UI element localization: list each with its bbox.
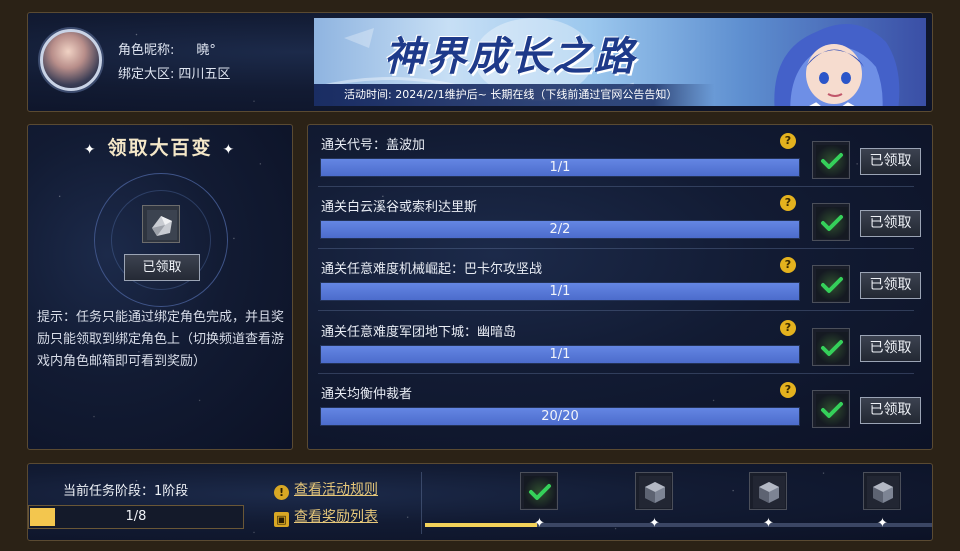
rules-link-text: 查看活动规则 [294, 482, 378, 498]
costume-box-icon [147, 210, 177, 240]
task-claim-button[interactable]: 已领取 [860, 210, 921, 237]
help-icon[interactable]: ? [780, 382, 796, 398]
task-row: 通关任意难度军团地下城：幽暗岛? 1/1 已领取 [308, 312, 932, 374]
banner-title: 神界成长之路 [384, 34, 636, 80]
gift-icon: ▣ [274, 512, 289, 527]
rules-link[interactable]: ! 查看活动规则 [274, 479, 378, 500]
stage-label: 当前任务阶段：1阶段 [63, 484, 189, 499]
help-icon[interactable]: ? [780, 133, 796, 149]
reward-list-link[interactable]: ▣ 查看奖励列表 [274, 506, 378, 527]
completed-check-icon [812, 265, 850, 303]
avatar [40, 29, 102, 91]
stage-node-star-icon: ✦ [877, 516, 888, 531]
stage-locked-box-icon[interactable] [749, 472, 787, 510]
stage-track-fill [425, 523, 537, 527]
event-banner: 神界成长之路 活动时间: 2024/2/1维护后~ 长期在线（下线前通过官网公告… [314, 18, 926, 106]
task-progress-text: 1/1 [549, 284, 571, 299]
task-progress-bar: 2/2 [320, 220, 800, 239]
sparkle-icon: ✦ [83, 142, 98, 158]
task-row: 通关白云溪谷或索利达里斯? 2/2 已领取 [308, 187, 932, 249]
grand-reward-claim-button[interactable]: 已领取 [124, 254, 200, 281]
nickname-row: 角色昵称: 曉° [118, 39, 216, 58]
task-progress-text: 2/2 [549, 222, 571, 237]
task-row: 通关均衡仲裁者? 20/20 已领取 [308, 374, 932, 436]
grand-reward-title: 领取大百变 [107, 137, 213, 159]
task-title: 通关代号：盖波加 [321, 138, 426, 153]
task-row: 通关任意难度机械崛起：巴卡尔攻坚战? 1/1 已领取 [308, 249, 932, 311]
help-icon[interactable]: ? [780, 257, 796, 273]
stage-progress-panel: 当前任务阶段：1阶段 1/8 ! 查看活动规则 ▣ 查看奖励列表 ✦ ✦ ✦ ✦ [27, 463, 933, 541]
server-value: 四川五区 [178, 67, 231, 82]
stage-completed-check-icon[interactable] [520, 472, 558, 510]
task-list-panel: 通关代号：盖波加? 1/1 已领取 通关白云溪谷或索利达里斯? 2/2 已领取 通关任意难度… [307, 124, 933, 450]
task-title: 通关任意难度机械崛起：巴卡尔攻坚战 [321, 262, 543, 277]
task-progress-bar: 20/20 [320, 407, 800, 426]
server-label: 绑定大区: [118, 67, 175, 82]
completed-check-icon [812, 141, 850, 179]
help-icon[interactable]: ? [780, 195, 796, 211]
stage-locked-box-icon[interactable] [635, 472, 673, 510]
sparkle-icon: ✦ [222, 142, 237, 158]
task-row: 通关代号：盖波加? 1/1 已领取 [308, 125, 932, 187]
stage-node-star-icon: ✦ [763, 516, 774, 531]
nickname-label: 角色昵称: [118, 43, 175, 58]
divider [421, 472, 422, 534]
task-title: 通关任意难度军团地下城：幽暗岛 [321, 325, 517, 340]
stage-progress-text: 1/8 [125, 509, 147, 524]
banner-character-art [774, 24, 900, 106]
stage-node-star-icon: ✦ [534, 516, 545, 531]
completed-check-icon [812, 390, 850, 428]
task-claim-button[interactable]: 已领取 [860, 148, 921, 175]
grand-reward-panel: ✦ 领取大百变 ✦ 已领取 提示：任务只能通过绑定角色完成，并且奖励只能领取到绑定角… [27, 124, 293, 450]
task-progress-bar: 1/1 [320, 282, 800, 301]
task-title: 通关均衡仲裁者 [321, 387, 413, 402]
grand-reward-title-row: ✦ 领取大百变 ✦ [28, 133, 292, 160]
stage-track [425, 523, 932, 527]
task-progress-bar: 1/1 [320, 345, 800, 364]
banner-subtitle: 活动时间: 2024/2/1维护后~ 长期在线（下线前通过官网公告告知） [344, 88, 678, 101]
task-progress-text: 1/1 [549, 160, 571, 175]
nickname-value: 曉° [196, 43, 216, 58]
task-claim-button[interactable]: 已领取 [860, 335, 921, 362]
exclamation-icon: ! [274, 485, 289, 500]
stage-progress-bar: 1/8 [28, 505, 244, 529]
tip-text: 提示：任务只能通过绑定角色完成，并且奖励只能领取到绑定角色上（切换频道查看游戏内… [37, 310, 285, 369]
task-progress-text: 20/20 [541, 409, 579, 424]
task-title: 通关白云溪谷或索利达里斯 [321, 200, 478, 215]
reward-item-icon[interactable] [142, 205, 180, 243]
divider [318, 310, 914, 311]
task-progress-bar: 1/1 [320, 158, 800, 177]
reward-list-link-text: 查看奖励列表 [294, 509, 378, 525]
task-claim-button[interactable]: 已领取 [860, 272, 921, 299]
server-row: 绑定大区: 四川五区 [118, 63, 230, 82]
task-claim-button[interactable]: 已领取 [860, 397, 921, 424]
completed-check-icon [812, 203, 850, 241]
task-progress-text: 1/1 [549, 347, 571, 362]
help-icon[interactable]: ? [780, 320, 796, 336]
completed-check-icon [812, 328, 850, 366]
stage-node-star-icon: ✦ [649, 516, 660, 531]
profile-panel: 角色昵称: 曉° 绑定大区: 四川五区 神界成长之路 活动时间: 2024/2/1维… [27, 12, 933, 112]
stage-locked-box-icon[interactable] [863, 472, 901, 510]
